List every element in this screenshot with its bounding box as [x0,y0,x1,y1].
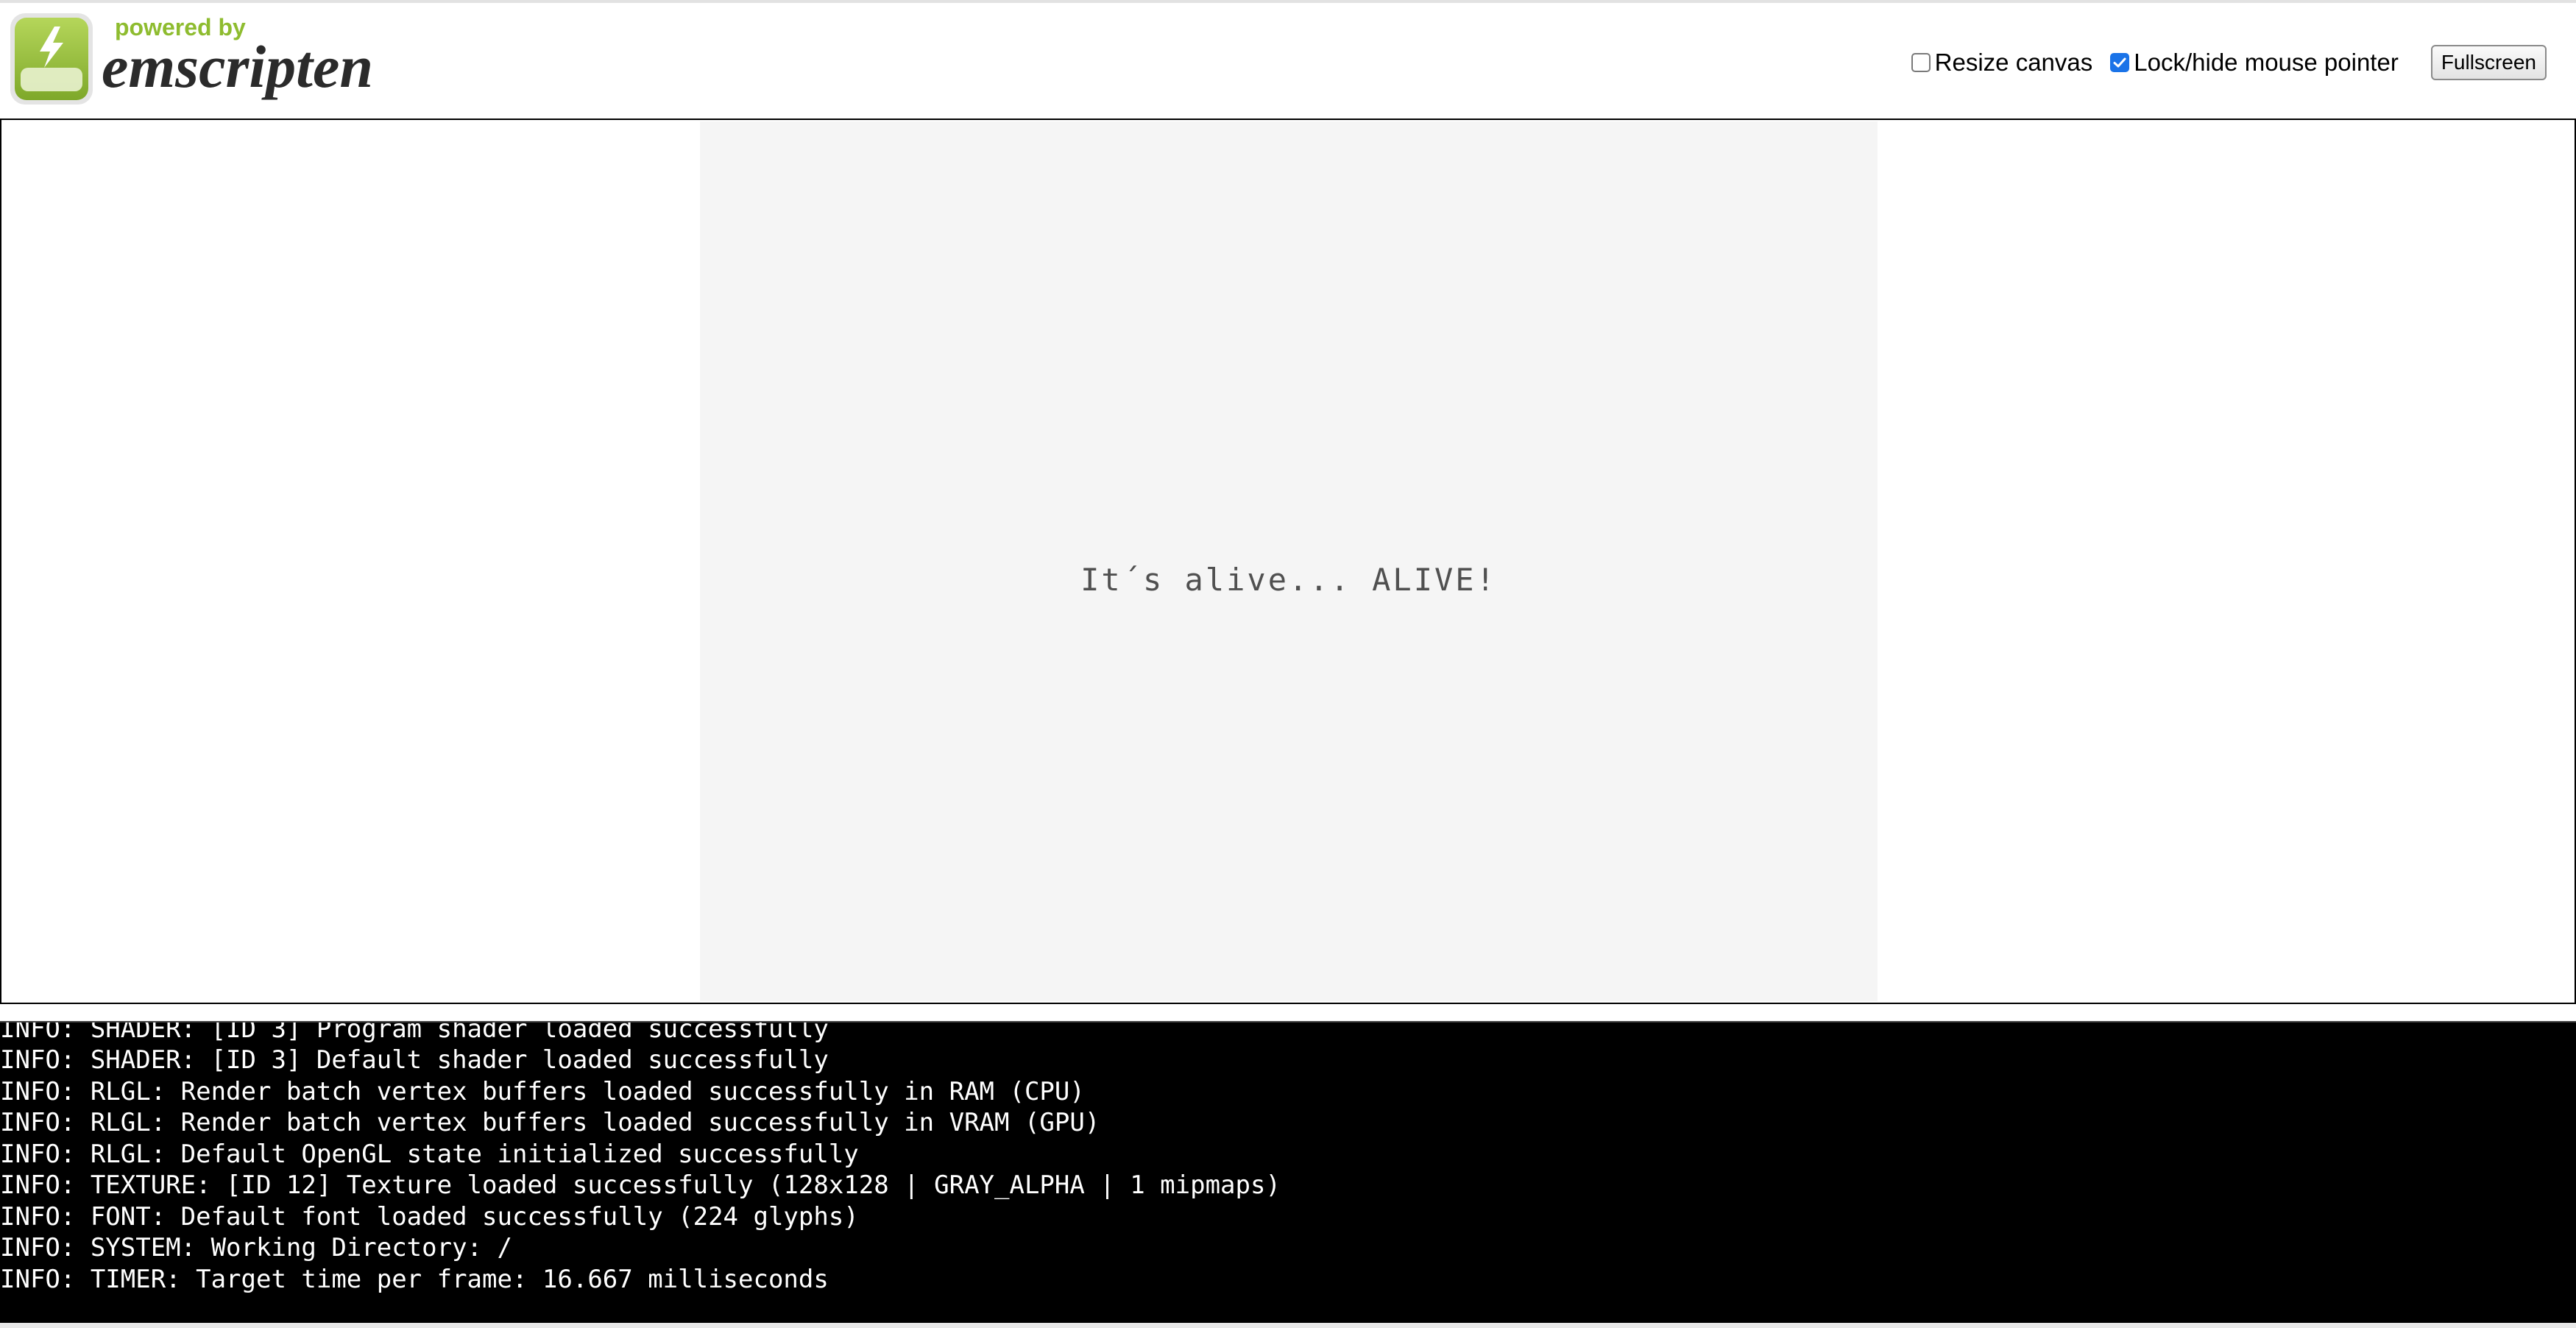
console-line: INFO: SHADER: [ID 3] Default shader load… [0,1045,829,1075]
lock-pointer-option[interactable]: Lock/hide mouse pointer [2110,49,2399,77]
game-canvas[interactable]: It´s alive... ALIVE! [700,121,1878,1001]
bottom-divider [0,1323,2576,1328]
lock-pointer-label: Lock/hide mouse pointer [2134,49,2399,76]
output-console[interactable]: INFO: SHADER: [ID 3] Program shader load… [0,1021,2576,1324]
console-lines: INFO: SHADER: [ID 3] Program shader load… [0,1021,1281,1295]
logo-wordmark: emscripten [102,33,373,100]
emscripten-logo: powered by emscripten [10,13,373,105]
console-line: INFO: RLGL: Render batch vertex buffers … [0,1076,1085,1106]
console-line: INFO: TIMER: Target time per frame: 16.6… [0,1264,829,1294]
resize-canvas-label: Resize canvas [1934,49,2093,76]
console-line: INFO: SHADER: [ID 3] Program shader load… [0,1021,829,1044]
lock-pointer-checkbox[interactable] [2110,53,2130,72]
console-line: INFO: RLGL: Render batch vertex buffers … [0,1108,1100,1137]
console-line: INFO: RLGL: Default OpenGL state initial… [0,1139,859,1169]
console-line: INFO: SYSTEM: Working Directory: / [0,1233,512,1262]
lightning-bolt-icon [10,13,93,105]
console-line: INFO: TEXTURE: [ID 12] Texture loaded su… [0,1170,1281,1200]
canvas-controls: Resize canvas Lock/hide mouse pointer Fu… [1911,44,2547,81]
canvas-frame: It´s alive... ALIVE! [0,119,2576,1004]
fullscreen-button[interactable]: Fullscreen [2430,45,2547,80]
console-line: INFO: FONT: Default font loaded successf… [0,1201,859,1232]
canvas-message: It´s alive... ALIVE! [1080,562,1497,598]
resize-canvas-option[interactable]: Resize canvas [1911,49,2093,77]
checkmark-icon [2113,57,2126,68]
top-divider [0,0,2576,3]
resize-canvas-checkbox[interactable] [1911,53,1931,72]
